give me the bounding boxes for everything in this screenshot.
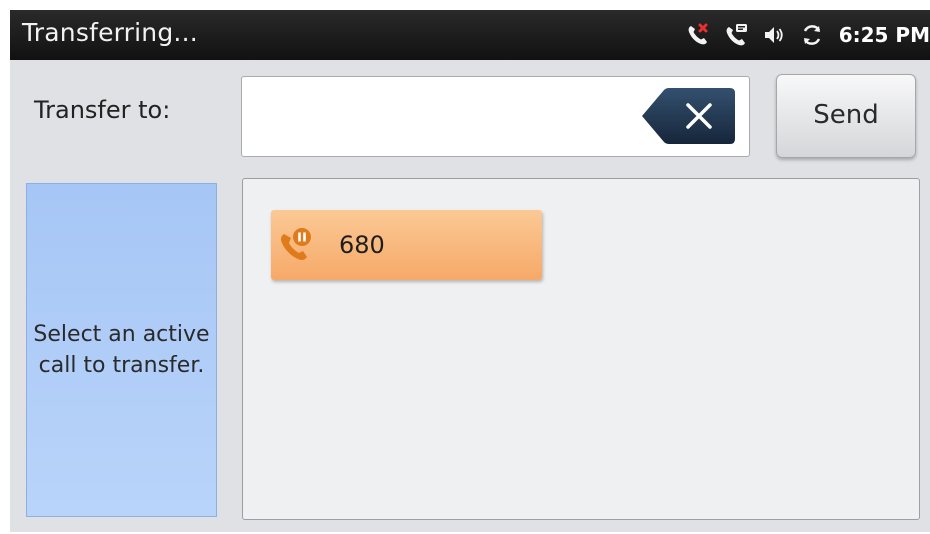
- transfer-number-input[interactable]: [252, 95, 636, 139]
- held-call-icon: [277, 226, 315, 264]
- sync-icon: [799, 22, 825, 48]
- speaker-volume-icon: [761, 22, 787, 48]
- transfer-number-field-box: [241, 76, 750, 157]
- instruction-panel: Select an active call to transfer.: [26, 183, 217, 517]
- status-time: 6:25 PM: [838, 23, 930, 47]
- send-button[interactable]: Send: [776, 74, 916, 158]
- voicemail-call-icon: [723, 22, 749, 48]
- screen-title: Transferring...: [22, 18, 198, 47]
- status-bar: Transferring... 6:25 PM: [10, 10, 930, 60]
- missed-call-icon: [685, 22, 711, 48]
- call-number: 680: [339, 231, 385, 259]
- backspace-button[interactable]: [640, 87, 736, 145]
- backspace-icon: [642, 88, 735, 144]
- active-calls-list: 680: [242, 178, 920, 520]
- active-call-item[interactable]: 680: [271, 210, 542, 280]
- status-icons: 6:25 PM: [685, 10, 930, 60]
- instruction-text: Select an active call to transfer.: [33, 322, 210, 378]
- phone-screen: Transferring... 6:25 PM Transfer to: Sen…: [10, 10, 930, 532]
- transfer-to-label: Transfer to:: [34, 96, 171, 124]
